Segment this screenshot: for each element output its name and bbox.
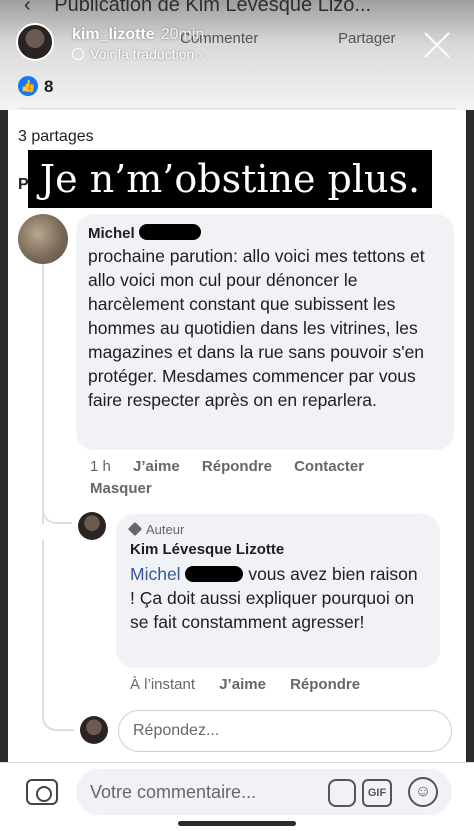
thread-line [42,264,44,524]
redaction-mark [185,566,244,582]
reply-author[interactable]: Kim Lévesque Lizotte [130,541,426,558]
thread-connector [42,500,72,524]
comment-time: 1 h [90,458,111,475]
home-indicator [178,821,296,826]
share-count[interactable]: 3 partages [18,128,94,146]
hide-button[interactable]: Masquer [90,480,152,497]
story-caption: Je n’m’obstine plus. [28,150,432,208]
story-time: 20min [160,26,205,43]
pen-icon [127,521,143,537]
share-action[interactable]: Partager [338,30,396,47]
like-reaction-icon: 👍 [18,76,38,96]
reply-actions: À l’instant J’aime Répondre [130,676,380,693]
reply-text: Michel vous avez bien raison ! Ça doit a… [130,564,418,632]
author-badge: Auteur [127,521,426,537]
thread-connector [42,705,74,731]
like-button[interactable]: J’aime [133,458,180,475]
comment-author[interactable]: Michel [88,224,442,242]
thread-line [42,540,44,715]
reply-input[interactable]: Répondez... [118,710,452,752]
back-arrow-icon[interactable]: ‹ [24,0,31,17]
camera-icon[interactable] [26,779,58,805]
reply-button[interactable]: Répondre [290,676,360,693]
like-button[interactable]: J’aime [219,676,266,693]
story-frame-right [466,0,474,831]
story-frame-left [0,0,8,831]
comment-text: prochaine parution: allo voici mes tetto… [88,246,425,410]
comment-input[interactable]: Votre commentaire... GIF ☺ [76,769,452,815]
divider [18,108,456,109]
contact-button[interactable]: Contacter [294,458,364,475]
story-avatar[interactable] [16,23,54,61]
sticker-icon[interactable] [328,779,356,807]
author-avatar[interactable] [78,512,106,540]
globe-icon [72,48,84,60]
reply-bubble: Auteur Kim Lévesque Lizotte Michel vous … [116,514,440,668]
comment-actions: 1 h J’aime Répondre Contacter Masquer [90,456,450,500]
reply-button[interactable]: Répondre [202,458,272,475]
mention-link[interactable]: Michel [130,564,244,584]
story-username[interactable]: kim_lizotte 20min [72,26,204,44]
fb-page-title-row: ‹ Publication de Kim Lévesque Lizo... [24,0,371,17]
reply-time: À l’instant [130,676,196,693]
commenter-avatar[interactable] [18,214,68,264]
fb-page-title: Publication de Kim Lévesque Lizo... [54,0,372,16]
reply-avatar [80,716,108,744]
translate-link[interactable]: Voir la traduction › [72,46,203,62]
emoji-icon[interactable]: ☺ [408,777,438,807]
like-count[interactable]: 8 [44,77,53,97]
gif-icon[interactable]: GIF [362,779,392,807]
comment-bubble: Michel prochaine parution: allo voici me… [76,214,454,450]
comment-composer: Votre commentaire... GIF ☺ [0,762,474,831]
redaction-mark [138,224,201,240]
close-icon[interactable] [422,30,452,60]
